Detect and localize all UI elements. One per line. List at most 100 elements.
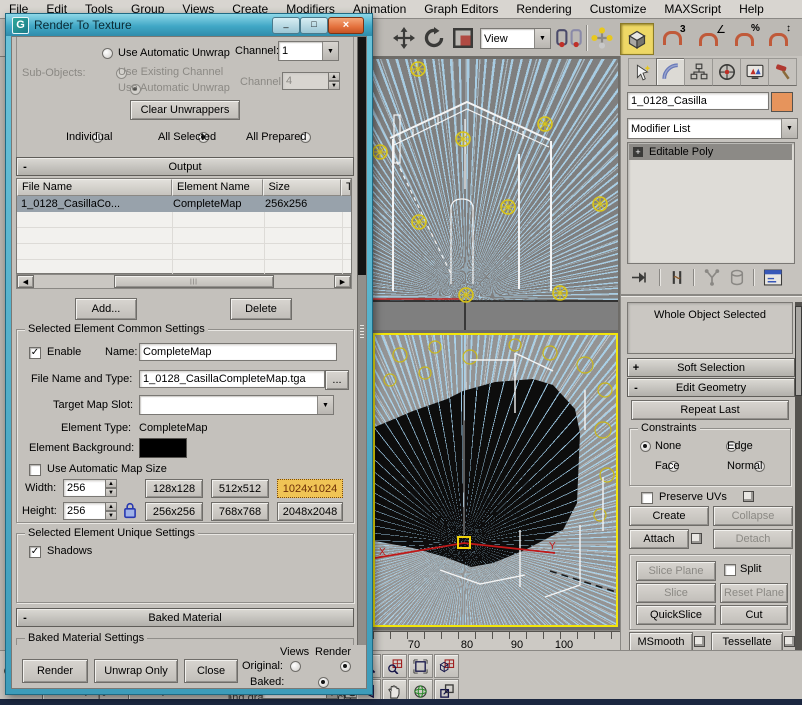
dialog-scrollbar-thumb[interactable] <box>358 37 366 275</box>
width-spinner[interactable]: ▲ ▼ <box>105 479 117 497</box>
browse-file-button[interactable]: ... <box>325 370 349 390</box>
select-and-rotate-icon[interactable] <box>423 27 445 49</box>
quickslice-button[interactable]: QuickSlice <box>636 605 716 625</box>
percent-snap-toggle-icon[interactable]: % <box>734 23 762 49</box>
column-header-size[interactable]: Size <box>263 179 342 196</box>
shadows-checkbox[interactable]: ✓ <box>29 546 41 558</box>
mirror-icon[interactable] <box>556 27 582 49</box>
delete-element-button[interactable]: Delete <box>230 298 292 320</box>
tab-display[interactable] <box>740 58 769 86</box>
zoom-extents-button[interactable] <box>408 654 433 678</box>
close-dialog-button[interactable]: Close <box>184 659 238 683</box>
enable-checkbox[interactable]: ✓ <box>29 347 41 359</box>
viewport-perspective-active[interactable]: X Y <box>373 333 618 627</box>
spinner-up-icon[interactable]: ▲ <box>105 502 117 511</box>
spinner-up-icon[interactable]: ▲ <box>105 479 117 488</box>
preserve-uvs-checkbox[interactable] <box>641 492 653 504</box>
original-views-radio[interactable] <box>290 661 301 672</box>
close-button[interactable]: × <box>328 17 364 34</box>
channel-dropdown[interactable]: 1 ▼ <box>278 41 339 61</box>
chevron-down-icon[interactable]: ▼ <box>534 29 550 48</box>
tessellate-settings-icon[interactable] <box>784 636 795 647</box>
zoom-extents-all-button[interactable] <box>434 654 459 678</box>
preserve-uvs-settings-icon[interactable] <box>743 491 754 502</box>
repeat-last-button[interactable]: Repeat Last <box>631 400 789 420</box>
timeline-ruler[interactable]: 70 80 90 100 <box>356 630 620 651</box>
split-checkbox[interactable] <box>724 564 736 576</box>
sub-channel-spinner[interactable]: ▲ ▼ <box>328 72 340 90</box>
viewport-front[interactable] <box>373 59 618 330</box>
size-128-button[interactable]: 128x128 <box>145 479 203 498</box>
column-header-target[interactable]: Targ <box>341 179 352 196</box>
object-auto-unwrap-radio[interactable] <box>102 48 113 59</box>
cut-button[interactable]: Cut <box>720 605 788 625</box>
chevron-down-icon[interactable]: ▼ <box>322 42 338 60</box>
menu-customize[interactable]: Customize <box>581 0 656 18</box>
attach-settings-icon[interactable] <box>691 533 702 544</box>
size-1024-button[interactable]: 1024x1024 <box>277 479 343 498</box>
configure-modifier-sets-icon[interactable] <box>763 269 783 286</box>
object-name-field[interactable] <box>627 92 769 110</box>
spinner-up-icon[interactable]: ▲ <box>328 72 340 81</box>
size-512-button[interactable]: 512x512 <box>211 479 269 498</box>
spinner-down-icon[interactable]: ▼ <box>328 81 340 90</box>
object-color-swatch[interactable] <box>771 92 793 112</box>
minimize-button[interactable]: _ <box>272 17 300 34</box>
remove-modifier-icon[interactable] <box>729 269 745 286</box>
panel-scrollbar[interactable] <box>795 302 802 650</box>
angle-snap-3d-icon[interactable]: 3 <box>662 24 688 49</box>
size-256-button[interactable]: 256x256 <box>145 502 203 521</box>
create-button[interactable]: Create <box>629 506 709 526</box>
original-render-radio[interactable] <box>340 661 352 672</box>
panel-scrollbar-thumb[interactable] <box>795 306 802 396</box>
height-spinner[interactable]: ▲ ▼ <box>105 502 117 520</box>
dialog-title-bar[interactable]: G Render To Texture _ □ × <box>6 14 372 36</box>
auto-map-size-checkbox[interactable] <box>29 464 41 476</box>
spinner-snap-toggle-icon[interactable]: ↕ <box>768 23 796 49</box>
select-and-move-icon[interactable] <box>393 27 415 49</box>
reset-plane-button[interactable]: Reset Plane <box>720 583 788 603</box>
menu-maxscript[interactable]: MAXScript <box>655 0 730 18</box>
h-scroll-thumb[interactable]: ||| <box>114 275 274 288</box>
rollout-edit-geometry[interactable]: - Edit Geometry <box>627 378 795 397</box>
tab-motion[interactable] <box>712 58 741 86</box>
menu-rendering[interactable]: Rendering <box>507 0 580 18</box>
column-header-element-name[interactable]: Element Name <box>172 179 264 196</box>
menu-graph-editors[interactable]: Graph Editors <box>415 0 507 18</box>
zoom-all-button[interactable] <box>382 654 407 678</box>
stack-item-editable-poly[interactable]: + Editable Poly <box>629 144 792 160</box>
slice-button[interactable]: Slice <box>636 583 716 603</box>
clear-unwrappers-button[interactable]: Clear Unwrappers <box>130 100 240 120</box>
spinner-down-icon[interactable]: ▼ <box>105 511 117 520</box>
show-end-result-icon[interactable] <box>669 269 685 286</box>
tab-hierarchy[interactable] <box>684 58 713 86</box>
size-2048-button[interactable]: 2048x2048 <box>277 502 343 521</box>
detach-button[interactable]: Detach <box>713 529 793 549</box>
unwrap-only-button[interactable]: Unwrap Only <box>94 659 178 683</box>
render-button[interactable]: Render <box>22 659 88 683</box>
target-map-slot-dropdown[interactable]: ▼ <box>139 395 334 415</box>
constraint-none-radio[interactable] <box>640 441 651 452</box>
dialog-scrollbar[interactable] <box>357 37 366 647</box>
table-h-scrollbar[interactable]: ◀ ||| ▶ <box>16 274 352 289</box>
make-unique-icon[interactable] <box>703 269 721 286</box>
width-field[interactable] <box>63 479 109 497</box>
menu-help[interactable]: Help <box>730 0 773 18</box>
tab-modify[interactable] <box>656 58 685 86</box>
chevron-down-icon[interactable]: ▼ <box>317 396 333 414</box>
tab-utilities[interactable] <box>768 58 797 86</box>
sub-channel-field[interactable] <box>282 72 332 90</box>
msmooth-button[interactable]: MSmooth <box>629 632 693 652</box>
modifier-list-dropdown[interactable]: Modifier List ▼ <box>627 118 798 139</box>
element-name-field[interactable] <box>139 343 337 361</box>
rollout-soft-selection[interactable]: + Soft Selection <box>627 358 795 377</box>
element-background-swatch[interactable] <box>139 438 187 458</box>
attach-button[interactable]: Attach <box>629 529 689 549</box>
height-field[interactable] <box>63 502 109 520</box>
modifier-stack[interactable]: + Editable Poly <box>627 142 795 264</box>
add-element-button[interactable]: Add... <box>75 298 137 320</box>
baked-views-radio[interactable] <box>318 677 330 688</box>
lock-aspect-icon[interactable] <box>123 502 137 519</box>
spinner-down-icon[interactable]: ▼ <box>105 488 117 497</box>
tab-create[interactable] <box>628 58 657 86</box>
